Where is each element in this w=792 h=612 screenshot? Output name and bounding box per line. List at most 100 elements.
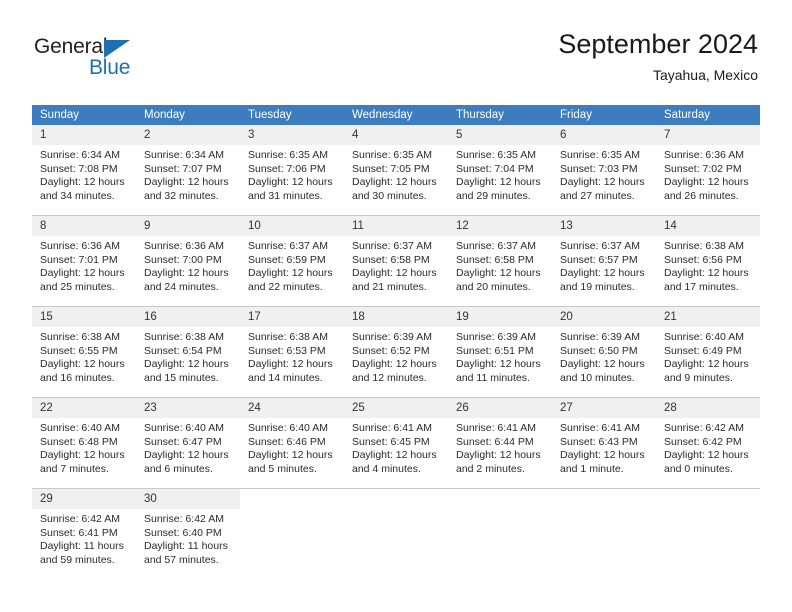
general-blue-logo[interactable]: General Blue — [34, 36, 164, 82]
sunrise-text: Sunrise: 6:35 AM — [456, 149, 536, 161]
calendar-day-cell: 10 Sunrise: 6:37 AM Sunset: 6:59 PM Dayligh… — [240, 215, 344, 307]
sunset-text: Sunset: 7:08 PM — [40, 162, 118, 175]
day-cell-4[interactable]: 4 Sunrise: 6:35 AM Sunset: 7:05 PM Daylight… — [344, 125, 448, 215]
day-cell-28[interactable]: 28 Sunrise: 6:42 AM Sunset: 6:42 PM Dayligh… — [656, 398, 760, 488]
day-cell-18[interactable]: 18 Sunrise: 6:39 AM Sunset: 6:52 PM Dayligh… — [344, 307, 448, 397]
sunrise-text: Sunrise: 6:42 AM — [40, 513, 120, 525]
calendar-day-cell: 2 Sunrise: 6:34 AM Sunset: 7:07 PM Daylight… — [136, 125, 240, 216]
weekday-header-sunday: Sunday — [32, 105, 136, 125]
day-number: 20 — [552, 307, 656, 327]
daylight-text: Daylight: 12 hours and 27 minutes. — [560, 176, 645, 202]
sunrise-text: Sunrise: 6:40 AM — [248, 422, 328, 434]
daylight-text: Daylight: 12 hours and 5 minutes. — [248, 449, 333, 475]
daylight-text: Daylight: 12 hours and 4 minutes. — [352, 449, 437, 475]
day-cell-12[interactable]: 12 Sunrise: 6:37 AM Sunset: 6:58 PM Dayligh… — [448, 216, 552, 306]
day-info: Sunrise: 6:41 AM Sunset: 6:43 PM Daylight:… — [552, 418, 656, 476]
day-cell-23[interactable]: 23 Sunrise: 6:40 AM Sunset: 6:47 PM Dayligh… — [136, 398, 240, 488]
day-info: Sunrise: 6:38 AM Sunset: 6:53 PM Daylight:… — [240, 327, 344, 385]
sunrise-text: Sunrise: 6:38 AM — [248, 331, 328, 343]
day-cell-13[interactable]: 13 Sunrise: 6:37 AM Sunset: 6:57 PM Dayligh… — [552, 216, 656, 306]
day-cell-10[interactable]: 10 Sunrise: 6:37 AM Sunset: 6:59 PM Dayligh… — [240, 216, 344, 306]
day-cell-8[interactable]: 8 Sunrise: 6:36 AM Sunset: 7:01 PM Daylight… — [32, 216, 136, 306]
daylight-text: Daylight: 12 hours and 31 minutes. — [248, 176, 333, 202]
calendar-day-cell-empty — [656, 488, 760, 579]
calendar-week-row: 15 Sunrise: 6:38 AM Sunset: 6:55 PM Dayligh… — [32, 306, 760, 398]
weekday-header-thursday: Thursday — [448, 105, 552, 125]
day-cell-19[interactable]: 19 Sunrise: 6:39 AM Sunset: 6:51 PM Dayligh… — [448, 307, 552, 397]
day-cell-14[interactable]: 14 Sunrise: 6:38 AM Sunset: 6:56 PM Dayligh… — [656, 216, 760, 306]
calendar-day-cell: 4 Sunrise: 6:35 AM Sunset: 7:05 PM Daylight… — [344, 125, 448, 216]
day-cell-25[interactable]: 25 Sunrise: 6:41 AM Sunset: 6:45 PM Dayligh… — [344, 398, 448, 488]
day-cell-30[interactable]: 30 Sunrise: 6:42 AM Sunset: 6:40 PM Dayligh… — [136, 489, 240, 579]
day-cell-27[interactable]: 27 Sunrise: 6:41 AM Sunset: 6:43 PM Dayligh… — [552, 398, 656, 488]
day-cell-3[interactable]: 3 Sunrise: 6:35 AM Sunset: 7:06 PM Daylight… — [240, 125, 344, 215]
day-cell-26[interactable]: 26 Sunrise: 6:41 AM Sunset: 6:44 PM Dayligh… — [448, 398, 552, 488]
sunrise-text: Sunrise: 6:36 AM — [40, 240, 120, 252]
day-cell-29[interactable]: 29 Sunrise: 6:42 AM Sunset: 6:41 PM Dayligh… — [32, 489, 136, 579]
calendar-day-cell: 30 Sunrise: 6:42 AM Sunset: 6:40 PM Dayligh… — [136, 488, 240, 579]
day-cell-22[interactable]: 22 Sunrise: 6:40 AM Sunset: 6:48 PM Dayligh… — [32, 398, 136, 488]
day-info: Sunrise: 6:37 AM Sunset: 6:57 PM Daylight:… — [552, 236, 656, 294]
day-cell-2[interactable]: 2 Sunrise: 6:34 AM Sunset: 7:07 PM Daylight… — [136, 125, 240, 215]
calendar-day-cell: 17 Sunrise: 6:38 AM Sunset: 6:53 PM Dayligh… — [240, 306, 344, 398]
sunrise-text: Sunrise: 6:36 AM — [664, 149, 744, 161]
sunset-text: Sunset: 6:49 PM — [664, 344, 742, 357]
sunset-text: Sunset: 6:45 PM — [352, 435, 430, 448]
day-cell-16[interactable]: 16 Sunrise: 6:38 AM Sunset: 6:54 PM Dayligh… — [136, 307, 240, 397]
day-cell-6[interactable]: 6 Sunrise: 6:35 AM Sunset: 7:03 PM Daylight… — [552, 125, 656, 215]
daylight-text: Daylight: 11 hours and 57 minutes. — [144, 540, 228, 566]
calendar-day-cell: 6 Sunrise: 6:35 AM Sunset: 7:03 PM Daylight… — [552, 125, 656, 216]
day-number: 2 — [136, 125, 240, 145]
day-cell-9[interactable]: 9 Sunrise: 6:36 AM Sunset: 7:00 PM Daylight… — [136, 216, 240, 306]
sunrise-text: Sunrise: 6:41 AM — [352, 422, 432, 434]
calendar-day-cell: 3 Sunrise: 6:35 AM Sunset: 7:06 PM Daylight… — [240, 125, 344, 216]
sunrise-text: Sunrise: 6:36 AM — [144, 240, 224, 252]
calendar-day-cell: 26 Sunrise: 6:41 AM Sunset: 6:44 PM Dayligh… — [448, 397, 552, 489]
day-cell-17[interactable]: 17 Sunrise: 6:38 AM Sunset: 6:53 PM Dayligh… — [240, 307, 344, 397]
calendar-day-cell: 14 Sunrise: 6:38 AM Sunset: 6:56 PM Dayligh… — [656, 215, 760, 307]
sunrise-text: Sunrise: 6:37 AM — [456, 240, 536, 252]
day-info: Sunrise: 6:35 AM Sunset: 7:04 PM Daylight:… — [448, 145, 552, 203]
day-cell-11[interactable]: 11 Sunrise: 6:37 AM Sunset: 6:58 PM Dayligh… — [344, 216, 448, 306]
day-cell-20[interactable]: 20 Sunrise: 6:39 AM Sunset: 6:50 PM Dayligh… — [552, 307, 656, 397]
daylight-text: Daylight: 12 hours and 11 minutes. — [456, 358, 541, 384]
day-number: 24 — [240, 398, 344, 418]
day-info: Sunrise: 6:41 AM Sunset: 6:45 PM Daylight:… — [344, 418, 448, 476]
day-cell-15[interactable]: 15 Sunrise: 6:38 AM Sunset: 6:55 PM Dayligh… — [32, 307, 136, 397]
sunrise-text: Sunrise: 6:38 AM — [144, 331, 224, 343]
calendar-day-cell-empty — [552, 488, 656, 579]
sunset-text: Sunset: 6:51 PM — [456, 344, 534, 357]
day-number: 26 — [448, 398, 552, 418]
day-number: 6 — [552, 125, 656, 145]
sunset-text: Sunset: 6:48 PM — [40, 435, 118, 448]
daylight-text: Daylight: 12 hours and 32 minutes. — [144, 176, 229, 202]
sunrise-text: Sunrise: 6:39 AM — [352, 331, 432, 343]
weekday-header-wednesday: Wednesday — [344, 105, 448, 125]
day-cell-1[interactable]: 1 Sunrise: 6:34 AM Sunset: 7:08 PM Daylight… — [32, 125, 136, 215]
daylight-text: Daylight: 12 hours and 0 minutes. — [664, 449, 749, 475]
daylight-text: Daylight: 12 hours and 30 minutes. — [352, 176, 437, 202]
calendar-day-cell: 22 Sunrise: 6:40 AM Sunset: 6:48 PM Dayligh… — [32, 397, 136, 489]
day-cell-24[interactable]: 24 Sunrise: 6:40 AM Sunset: 6:46 PM Dayligh… — [240, 398, 344, 488]
day-info: Sunrise: 6:35 AM Sunset: 7:06 PM Daylight:… — [240, 145, 344, 203]
day-info: Sunrise: 6:41 AM Sunset: 6:44 PM Daylight:… — [448, 418, 552, 476]
daylight-text: Daylight: 12 hours and 14 minutes. — [248, 358, 333, 384]
day-cell-21[interactable]: 21 Sunrise: 6:40 AM Sunset: 6:49 PM Dayligh… — [656, 307, 760, 397]
calendar-day-cell: 25 Sunrise: 6:41 AM Sunset: 6:45 PM Dayligh… — [344, 397, 448, 489]
day-info: Sunrise: 6:42 AM Sunset: 6:41 PM Daylight:… — [32, 509, 136, 567]
sunrise-text: Sunrise: 6:42 AM — [144, 513, 224, 525]
day-cell-7[interactable]: 7 Sunrise: 6:36 AM Sunset: 7:02 PM Daylight… — [656, 125, 760, 215]
day-number: 13 — [552, 216, 656, 236]
day-number: 29 — [32, 489, 136, 509]
sunrise-text: Sunrise: 6:41 AM — [560, 422, 640, 434]
daylight-text: Daylight: 12 hours and 24 minutes. — [144, 267, 229, 293]
day-cell-5[interactable]: 5 Sunrise: 6:35 AM Sunset: 7:04 PM Daylight… — [448, 125, 552, 215]
daylight-text: Daylight: 11 hours and 59 minutes. — [40, 540, 124, 566]
sunrise-text: Sunrise: 6:38 AM — [664, 240, 744, 252]
calendar-week-row: 1 Sunrise: 6:34 AM Sunset: 7:08 PM Daylight… — [32, 125, 760, 216]
daylight-text: Daylight: 12 hours and 20 minutes. — [456, 267, 541, 293]
day-number: 1 — [32, 125, 136, 145]
day-info: Sunrise: 6:36 AM Sunset: 7:02 PM Daylight:… — [656, 145, 760, 203]
day-number: 12 — [448, 216, 552, 236]
calendar-header-row: Sunday Monday Tuesday Wednesday Thursday… — [32, 105, 760, 125]
